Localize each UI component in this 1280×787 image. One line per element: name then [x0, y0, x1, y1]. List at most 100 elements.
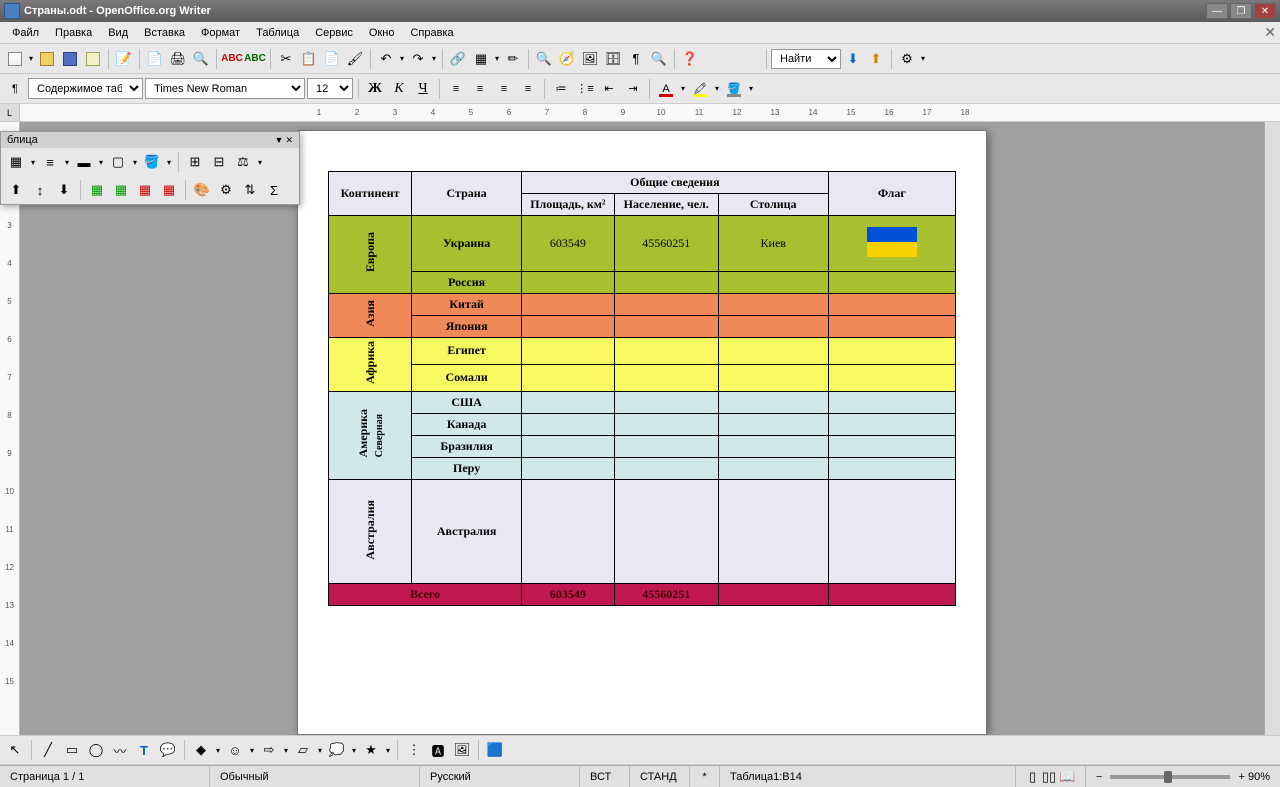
table-button[interactable]: ▦ [470, 48, 492, 70]
underline-button[interactable]: Ч [412, 78, 434, 100]
cell-country[interactable]: Перу [412, 457, 522, 479]
menu-edit[interactable]: Правка [47, 25, 100, 41]
bullets-button[interactable]: ⋮≡ [574, 78, 596, 100]
help-button[interactable]: ❓ [679, 48, 701, 70]
format-paint-button[interactable]: 🖌 [344, 48, 366, 70]
valign-mid-button[interactable]: ↕ [29, 179, 51, 201]
cell-total-label[interactable]: Всего [329, 584, 522, 606]
menu-file[interactable]: Файл [4, 25, 47, 41]
extrusion-button[interactable]: 🟦 [484, 739, 506, 761]
delete-row-button[interactable]: ▦ [134, 179, 156, 201]
freeform-tool-button[interactable]: 〰 [109, 739, 131, 761]
font-name-combo[interactable]: Times New Roman [145, 78, 305, 99]
header-capital[interactable]: Столица [718, 194, 828, 216]
split-cells-button[interactable]: ⊟ [208, 151, 230, 173]
navigator-button[interactable]: 🧭 [556, 48, 578, 70]
vertical-ruler[interactable]: 1 2 3 4 5 6 7 8 9 10 11 12 13 14 15 [0, 122, 20, 735]
status-style[interactable]: Обычный [210, 766, 420, 787]
symbol-shapes-button[interactable]: ☺ [224, 739, 246, 761]
bold-button[interactable]: Ж [364, 78, 386, 100]
table-toolbar-panel[interactable]: блица ▼ ✕ ▦▾ ≡▾ ▬▾ ▢▾ 🪣▾ ⊞ ⊟ ⚖▾ ⬆ ↕ ⬇ ▦ … [0, 131, 300, 205]
vertical-scrollbar[interactable] [1264, 122, 1280, 735]
optimize-button[interactable]: ⚖ [232, 151, 254, 173]
arrow-shapes-button[interactable]: ⇨ [258, 739, 280, 761]
close-document-button[interactable]: ✕ [1264, 24, 1276, 41]
open-button[interactable] [36, 48, 58, 70]
hyperlink-button[interactable]: 🔗 [447, 48, 469, 70]
fontwork-button[interactable]: 🅰 [427, 739, 449, 761]
bg-color-button[interactable]: 🪣 [723, 78, 745, 100]
cell-continent-asia[interactable]: Азия [329, 294, 412, 338]
status-cell-ref[interactable]: Таблица1:B14 [720, 766, 1016, 787]
bg-color-dropdown[interactable]: ▾ [747, 84, 755, 93]
table-dropdown[interactable]: ▾ [493, 54, 501, 63]
toolbar-options-dropdown[interactable]: ▾ [919, 54, 927, 63]
styles-button[interactable]: ¶ [4, 78, 26, 100]
view-single-icon[interactable]: ▯ [1026, 769, 1039, 785]
align-justify-button[interactable]: ≡ [517, 78, 539, 100]
cell-country[interactable]: Канада [412, 413, 522, 435]
line-color-button[interactable]: ▬ [73, 151, 95, 173]
status-language[interactable]: Русский [420, 766, 580, 787]
delete-col-button[interactable]: ▦ [158, 179, 180, 201]
valign-top-button[interactable]: ⬆ [5, 179, 27, 201]
email-button[interactable] [82, 48, 104, 70]
merge-cells-button[interactable]: ⊞ [184, 151, 206, 173]
cell-continent-europe[interactable]: Европа [329, 216, 412, 294]
select-tool-button[interactable]: ↖ [4, 739, 26, 761]
find-button[interactable]: 🔍 [533, 48, 555, 70]
cell-flag-ukraine[interactable] [828, 216, 955, 272]
save-button[interactable] [59, 48, 81, 70]
cut-button[interactable]: ✂ [275, 48, 297, 70]
menu-table[interactable]: Таблица [248, 25, 307, 41]
align-center-button[interactable]: ≡ [469, 78, 491, 100]
cell-total-area[interactable]: 603549 [522, 584, 615, 606]
cell-continent-africa[interactable]: Африка [329, 338, 412, 392]
find-next-button[interactable]: ⬇ [842, 48, 864, 70]
header-flag[interactable]: Флаг [828, 172, 955, 216]
cell-country[interactable]: Китай [412, 294, 522, 316]
cell-country[interactable]: Япония [412, 316, 522, 338]
cell-country[interactable]: США [412, 391, 522, 413]
view-book-icon[interactable]: 📖 [1059, 769, 1075, 785]
cell-pop[interactable]: 45560251 [614, 216, 718, 272]
print-preview-button[interactable]: 🔍 [190, 48, 212, 70]
align-right-button[interactable]: ≡ [493, 78, 515, 100]
callout-shapes-button[interactable]: 💭 [326, 739, 348, 761]
show-draw-button[interactable]: ✏ [502, 48, 524, 70]
cell-continent-america[interactable]: Америка Северная [329, 391, 412, 479]
indent-dec-button[interactable]: ⇤ [598, 78, 620, 100]
datasource-button[interactable]: 🗄 [602, 48, 624, 70]
document-table[interactable]: Континент Страна Общие сведения Флаг Пло… [328, 171, 956, 606]
basic-shapes-button[interactable]: ◆ [190, 739, 212, 761]
points-button[interactable]: ⋮ [403, 739, 425, 761]
menu-view[interactable]: Вид [100, 25, 136, 41]
callout-tool-button[interactable]: 💬 [157, 739, 179, 761]
view-multi-icon[interactable]: ▯▯ [1041, 769, 1057, 785]
table-props-button[interactable]: ⚙ [215, 179, 237, 201]
header-country[interactable]: Страна [412, 172, 522, 216]
panel-close-icon[interactable]: ✕ [285, 135, 293, 146]
header-area[interactable]: Площадь, км² [522, 194, 615, 216]
ellipse-tool-button[interactable]: ◯ [85, 739, 107, 761]
find-prev-button[interactable]: ⬆ [865, 48, 887, 70]
minimize-button[interactable]: — [1206, 3, 1228, 19]
status-insert-mode[interactable]: ВСТ [580, 766, 630, 787]
undo-dropdown[interactable]: ▾ [398, 54, 406, 63]
cell-capital[interactable]: Киев [718, 216, 828, 272]
header-population[interactable]: Население, чел. [614, 194, 718, 216]
cell-country[interactable]: Бразилия [412, 435, 522, 457]
undo-button[interactable]: ↶ [375, 48, 397, 70]
cell-country[interactable]: Сомали [412, 364, 522, 391]
line-style-button[interactable]: ≡ [39, 151, 61, 173]
menu-help[interactable]: Справка [402, 25, 461, 41]
star-shapes-button[interactable]: ★ [360, 739, 382, 761]
rect-tool-button[interactable]: ▭ [61, 739, 83, 761]
new-dropdown[interactable]: ▾ [27, 54, 35, 63]
status-page[interactable]: Страница 1 / 1 [0, 766, 210, 787]
new-button[interactable] [4, 48, 26, 70]
header-continent[interactable]: Континент [329, 172, 412, 216]
font-color-button[interactable]: A [655, 78, 677, 100]
font-color-dropdown[interactable]: ▾ [679, 84, 687, 93]
export-pdf-button[interactable]: 📄 [144, 48, 166, 70]
